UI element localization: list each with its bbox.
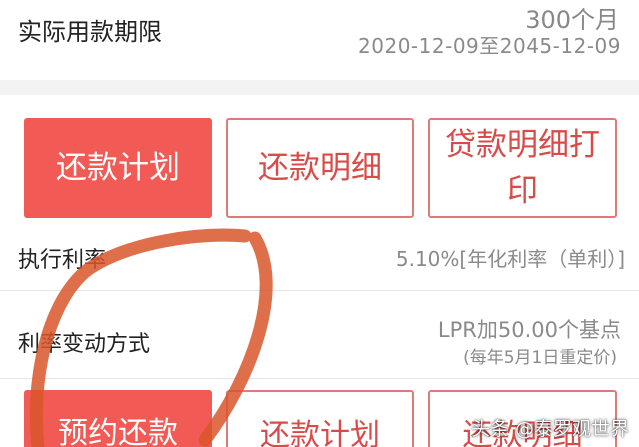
- rate-change-value: LPR加50.00个基点: [437, 318, 621, 342]
- row-divider: [0, 290, 639, 291]
- row-divider: [0, 378, 639, 379]
- repayment-plan-label-2: 还款计划: [260, 418, 380, 447]
- repayment-plan-label: 还款计划: [56, 150, 180, 186]
- source-watermark: 头条 @泰罗观世界: [470, 418, 629, 440]
- loan-term-date-range: 2020-12-09至2045-12-09: [358, 34, 621, 58]
- loan-term-row: 实际用款期限 300个月 2020-12-09至2045-12-09: [0, 0, 639, 80]
- repayment-details-label: 还款明细: [258, 150, 382, 186]
- loan-details-print-button[interactable]: 贷款明细打 印: [428, 118, 617, 218]
- reserve-repayment-button[interactable]: 预约还款: [24, 390, 212, 447]
- print-button-label-line2: 印: [507, 173, 538, 209]
- reserve-repayment-label: 预约还款: [58, 416, 178, 447]
- execution-rate-value: 5.10%[年化利率（单利）]: [395, 247, 625, 271]
- repayment-plan-button[interactable]: 还款计划: [24, 118, 212, 218]
- repayment-plan-button-2[interactable]: 还款计划: [226, 390, 414, 447]
- rate-change-note: (每年5月1日重定价): [463, 348, 617, 368]
- loan-term-label: 实际用款期限: [18, 18, 162, 46]
- rate-change-label: 利率变动方式: [18, 332, 151, 357]
- execution-rate-label: 执行利率: [18, 248, 107, 273]
- repayment-details-button[interactable]: 还款明细: [226, 118, 414, 218]
- print-button-label-line1: 贷款明细打: [445, 127, 600, 163]
- loan-details-screen: 实际用款期限 300个月 2020-12-09至2045-12-09 还款计划 …: [0, 0, 639, 447]
